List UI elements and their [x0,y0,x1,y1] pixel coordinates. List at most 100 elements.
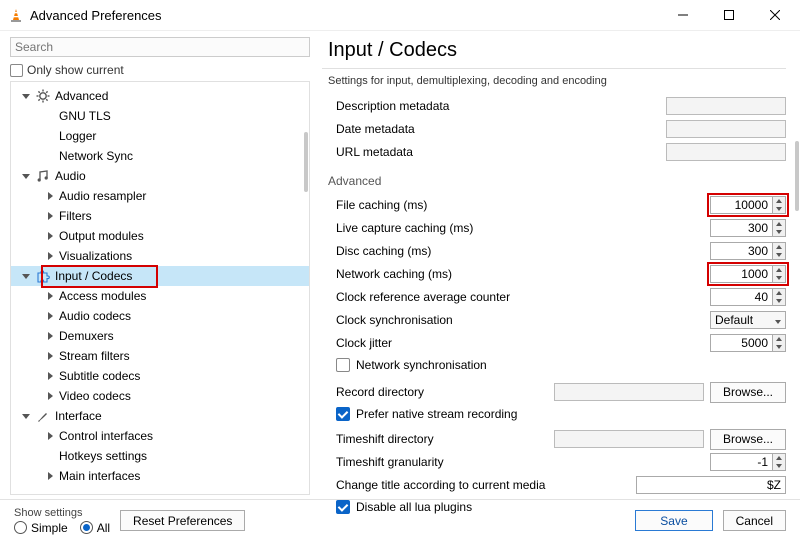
timeshift-gran-label: Timeshift granularity [328,455,548,469]
browse-button[interactable]: Browse... [710,429,786,450]
arrow-right-icon[interactable] [45,311,55,321]
tree-item-audio[interactable]: Audio [11,166,309,186]
tree-item-logger[interactable]: Logger [11,126,309,146]
arrow-right-icon[interactable] [45,211,55,221]
timeshift-dir-label: Timeshift directory [328,432,548,446]
checkbox[interactable] [336,407,350,421]
network-sync-label: Network synchronisation [356,358,487,372]
disc-caching-input[interactable] [710,242,772,260]
checkbox[interactable] [336,500,350,514]
network-sync-checkbox[interactable]: Network synchronisation [328,355,786,375]
cr-average-input[interactable] [710,288,772,306]
date-metadata-label: Date metadata [328,122,548,136]
spin-buttons[interactable] [772,334,786,352]
scrollbar-thumb[interactable] [304,132,308,192]
tree-item-audio-codecs[interactable]: Audio codecs [11,306,309,326]
arrow-right-icon[interactable] [45,371,55,381]
close-button[interactable] [752,0,798,30]
arrow-right-icon[interactable] [45,471,55,481]
cr-average-label: Clock reference average counter [328,290,548,304]
arrow-down-icon[interactable] [21,271,31,281]
record-dir-input[interactable] [554,383,704,401]
url-metadata-input[interactable] [666,143,786,161]
arrow-right-icon[interactable] [45,191,55,201]
tree-item-interface[interactable]: Interface [11,406,309,426]
checkbox[interactable] [336,358,350,372]
reset-preferences-button[interactable]: Reset Preferences [120,510,245,531]
arrow-right-icon[interactable] [45,231,55,241]
arrow-right-icon[interactable] [45,351,55,361]
tree-item-advanced[interactable]: Advanced [11,86,309,106]
prefer-native-label: Prefer native stream recording [356,407,517,421]
disable-lua-label: Disable all lua plugins [356,500,472,514]
arrow-down-icon[interactable] [21,91,31,101]
net-caching-input[interactable] [710,265,772,283]
radio-simple[interactable]: Simple [14,521,68,535]
tree-item-video-codecs[interactable]: Video codecs [11,386,309,406]
timeshift-gran-input[interactable] [710,453,772,471]
live-caching-label: Live capture caching (ms) [328,221,548,235]
radio-icon [80,521,93,534]
tree-item-main-interfaces[interactable]: Main interfaces [11,466,309,486]
advanced-group-title: Advanced [328,174,786,188]
tree-item-audio-filters[interactable]: Filters [11,206,309,226]
maximize-button[interactable] [706,0,752,30]
disable-lua-checkbox[interactable]: Disable all lua plugins [328,497,786,517]
tree-item-visualizations[interactable]: Visualizations [11,246,309,266]
record-dir-label: Record directory [328,385,548,399]
checkbox[interactable] [10,64,23,77]
clock-sync-label: Clock synchronisation [328,313,548,327]
minimize-button[interactable] [660,0,706,30]
chevron-down-icon [775,313,781,327]
arrow-down-icon[interactable] [21,411,31,421]
date-metadata-input[interactable] [666,120,786,138]
tree-item-control-interfaces[interactable]: Control interfaces [11,426,309,446]
tree-item-gnu-tls[interactable]: GNU TLS [11,106,309,126]
music-note-icon [35,168,51,184]
window-title: Advanced Preferences [30,8,162,23]
tree-item-subtitle-codecs[interactable]: Subtitle codecs [11,366,309,386]
file-caching-input[interactable] [710,196,772,214]
spin-buttons[interactable] [772,265,786,283]
net-caching-label: Network caching (ms) [328,267,548,281]
tree-item-input-codecs[interactable]: Input / Codecs [11,266,309,286]
disc-caching-label: Disc caching (ms) [328,244,548,258]
spin-buttons[interactable] [772,453,786,471]
tree-item-network-sync[interactable]: Network Sync [11,146,309,166]
clock-jitter-input[interactable] [710,334,772,352]
tree-item-stream-filters[interactable]: Stream filters [11,346,309,366]
arrow-right-icon[interactable] [45,431,55,441]
vlc-cone-icon [8,7,24,23]
spin-buttons[interactable] [772,219,786,237]
only-show-current[interactable]: Only show current [10,63,310,77]
tree-item-access-modules[interactable]: Access modules [11,286,309,306]
clock-jitter-label: Clock jitter [328,336,548,350]
tree-item-demuxers[interactable]: Demuxers [11,326,309,346]
arrow-right-icon[interactable] [45,251,55,261]
spin-buttons[interactable] [772,288,786,306]
tree-item-hotkeys-settings[interactable]: Hotkeys settings [11,446,309,466]
desc-metadata-input[interactable] [666,97,786,115]
show-settings-label: Show settings [14,507,106,519]
spin-buttons[interactable] [772,242,786,260]
arrow-down-icon[interactable] [21,171,31,181]
tree-item-output-modules[interactable]: Output modules [11,226,309,246]
prefer-native-checkbox[interactable]: Prefer native stream recording [328,404,786,424]
page-title: Input / Codecs [328,39,786,62]
arrow-right-icon[interactable] [45,291,55,301]
tree-item-audio-resampler[interactable]: Audio resampler [11,186,309,206]
browse-button[interactable]: Browse... [710,382,786,403]
scrollbar-thumb[interactable] [795,141,799,211]
arrow-right-icon[interactable] [45,391,55,401]
arrow-right-icon[interactable] [45,331,55,341]
radio-all[interactable]: All [80,521,110,535]
spin-buttons[interactable] [772,196,786,214]
timeshift-dir-input[interactable] [554,430,704,448]
url-metadata-label: URL metadata [328,145,548,159]
brush-icon [35,408,51,424]
live-caching-input[interactable] [710,219,772,237]
preferences-tree[interactable]: Advanced GNU TLS Logger Network Sync Aud… [10,81,310,495]
change-title-input[interactable] [636,476,786,494]
clock-sync-select[interactable]: Default [710,311,786,329]
search-input[interactable] [10,37,310,57]
